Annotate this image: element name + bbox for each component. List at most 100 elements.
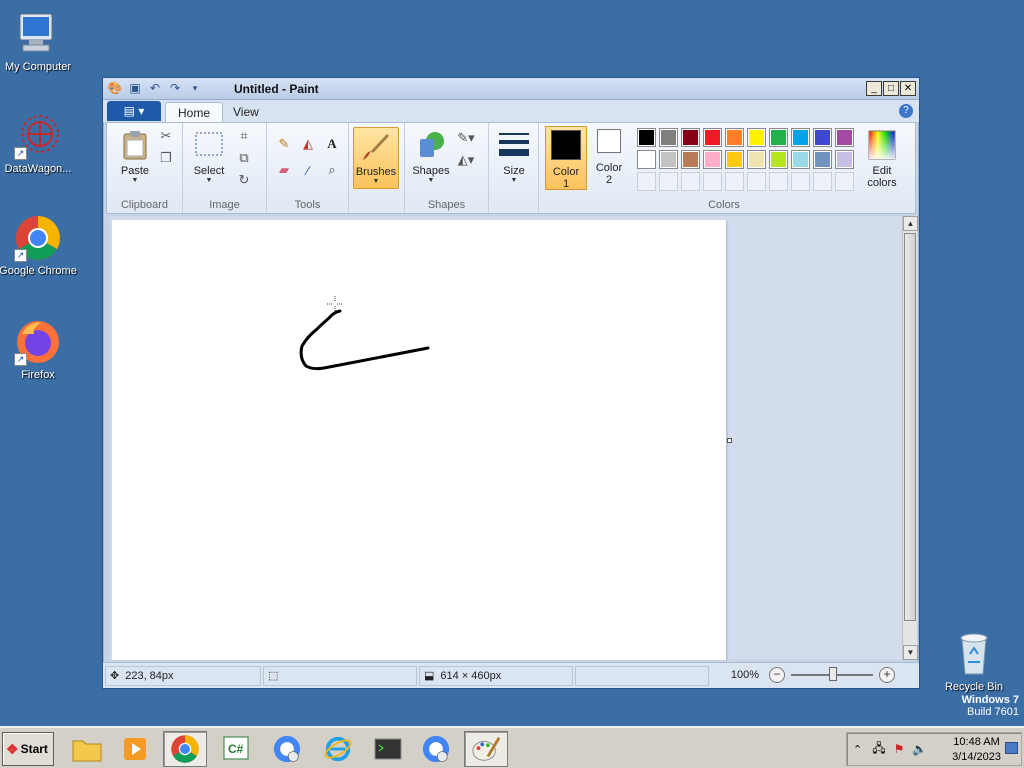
palette-swatch[interactable] [681, 150, 700, 169]
palette-swatch[interactable] [659, 128, 678, 147]
paste-button[interactable]: Paste ▼ [113, 129, 157, 184]
scroll-down-button[interactable]: ▼ [903, 645, 918, 660]
zoom-slider-thumb[interactable] [829, 667, 837, 681]
palette-swatch[interactable] [725, 150, 744, 169]
custom-color-slot[interactable] [835, 172, 854, 191]
custom-color-slot[interactable] [725, 172, 744, 191]
tab-view[interactable]: View [221, 102, 271, 122]
taskbar-chrome-user[interactable] [265, 731, 309, 767]
customize-qat-icon[interactable]: ▾ [187, 80, 203, 96]
magnifier-icon[interactable]: ⌕ [323, 161, 341, 179]
palette-swatch[interactable] [637, 150, 656, 169]
desktop-icon-my-computer[interactable]: My Computer [0, 10, 78, 74]
zoom-slider[interactable] [791, 667, 873, 681]
start-button[interactable]: ❖ Start [2, 732, 54, 766]
clock[interactable]: 10:48 AM 3/14/2023 [952, 735, 1001, 765]
palette-swatch[interactable] [813, 150, 832, 169]
desktop-icon-firefox[interactable]: ↗ Firefox [0, 318, 78, 382]
palette-swatch[interactable] [703, 150, 722, 169]
taskbar-internet-explorer[interactable] [316, 731, 360, 767]
custom-color-slot[interactable] [637, 172, 656, 191]
palette-swatch[interactable] [659, 150, 678, 169]
selection-size-cell: ⬚ [263, 666, 417, 686]
rotate-icon[interactable]: ↻ [235, 171, 253, 189]
help-icon[interactable]: ? [899, 104, 913, 118]
desktop-icon-recycle-bin[interactable]: Recycle Bin [934, 630, 1014, 694]
custom-color-slot[interactable] [703, 172, 722, 191]
desktop-icon-datawagon[interactable]: ↗ DataWagon... [0, 112, 78, 176]
custom-color-slot[interactable] [769, 172, 788, 191]
palette-swatch[interactable] [747, 128, 766, 147]
zoom-in-button[interactable]: + [879, 667, 895, 683]
crop-icon[interactable]: ⌗ [235, 127, 253, 145]
paint-menu-button[interactable]: ▤ ▾ [107, 101, 161, 121]
taskbar-chrome[interactable] [163, 731, 207, 767]
outline-icon[interactable]: ✎▾ [457, 129, 475, 147]
size-button[interactable]: Size ▼ [492, 129, 536, 184]
custom-color-slot[interactable] [747, 172, 766, 191]
close-button[interactable]: ✕ [900, 81, 916, 96]
color1-button[interactable]: Color 1 [545, 126, 587, 190]
fill-bucket-icon[interactable]: ◭ [299, 135, 317, 153]
text-icon[interactable]: A [323, 135, 341, 153]
save-icon[interactable]: ▣ [127, 80, 143, 96]
palette-swatch[interactable] [835, 150, 854, 169]
vertical-scrollbar[interactable]: ▲ ▼ [902, 216, 918, 660]
scroll-up-button[interactable]: ▲ [903, 216, 918, 231]
taskbar-chrome-user-2[interactable] [414, 731, 458, 767]
edit-colors-button[interactable]: Edit colors [860, 129, 904, 189]
cut-icon[interactable]: ✂ [157, 127, 175, 145]
scroll-thumb[interactable] [904, 233, 916, 621]
palette-swatch[interactable] [791, 128, 810, 147]
paint-app-icon[interactable]: 🎨 [107, 80, 123, 96]
clock-time: 10:48 AM [953, 736, 1000, 748]
taskbar-terminal[interactable] [366, 731, 410, 767]
palette-swatch[interactable] [769, 150, 788, 169]
palette-swatch[interactable] [791, 150, 810, 169]
undo-icon[interactable]: ↶ [147, 80, 163, 96]
ie-icon [324, 736, 352, 762]
group-label: Shapes [427, 199, 466, 211]
palette-swatch[interactable] [747, 150, 766, 169]
palette-swatch[interactable] [813, 128, 832, 147]
palette-swatch[interactable] [703, 128, 722, 147]
network-icon[interactable]: 🖧 [872, 739, 885, 760]
taskbar-media-player[interactable] [113, 731, 157, 767]
shapes-button[interactable]: Shapes ▼ [409, 129, 453, 184]
eraser-icon[interactable]: ▰ [275, 161, 293, 179]
resize-icon[interactable]: ⧉ [235, 149, 253, 167]
taskbar-csharp[interactable]: C# [215, 731, 259, 767]
palette-swatch[interactable] [725, 128, 744, 147]
desktop-icon-google-chrome[interactable]: ↗ Google Chrome [0, 214, 78, 278]
select-button[interactable]: Select ▼ [187, 129, 231, 184]
palette-swatch[interactable] [769, 128, 788, 147]
brushes-button[interactable]: Brushes ▼ [353, 127, 399, 189]
copy-icon[interactable]: ❐ [157, 149, 175, 167]
custom-color-slot[interactable] [813, 172, 832, 191]
fill-icon[interactable]: ◭▾ [457, 151, 475, 169]
color2-button[interactable]: Color 2 [589, 129, 629, 186]
custom-color-slot[interactable] [659, 172, 678, 191]
pencil-icon[interactable]: ✎ [275, 135, 293, 153]
canvas-resize-handle-right[interactable] [727, 438, 732, 443]
maximize-button[interactable]: □ [883, 81, 899, 96]
palette-swatch[interactable] [681, 128, 700, 147]
drawing-canvas[interactable] [112, 220, 726, 660]
show-desktop-icon[interactable] [1005, 742, 1018, 754]
zoom-out-button[interactable]: − [769, 667, 785, 683]
redo-icon[interactable]: ↷ [167, 80, 183, 96]
taskbar-explorer[interactable] [65, 731, 109, 767]
tab-home[interactable]: Home [165, 102, 224, 122]
custom-color-slot[interactable] [791, 172, 810, 191]
palette-swatch[interactable] [637, 128, 656, 147]
media-player-icon [124, 738, 146, 760]
minimize-button[interactable]: _ [866, 81, 882, 96]
palette-swatch[interactable] [835, 128, 854, 147]
action-center-icon[interactable]: ⚑ [894, 742, 905, 756]
custom-color-slot[interactable] [681, 172, 700, 191]
shapes-label: Shapes [412, 165, 450, 177]
color-picker-icon[interactable]: ⁄ [299, 161, 317, 179]
volume-icon[interactable]: 🔈 [912, 742, 927, 756]
taskbar-paint[interactable] [464, 731, 508, 767]
show-hidden-icons-icon[interactable]: ⌃ [853, 743, 862, 756]
